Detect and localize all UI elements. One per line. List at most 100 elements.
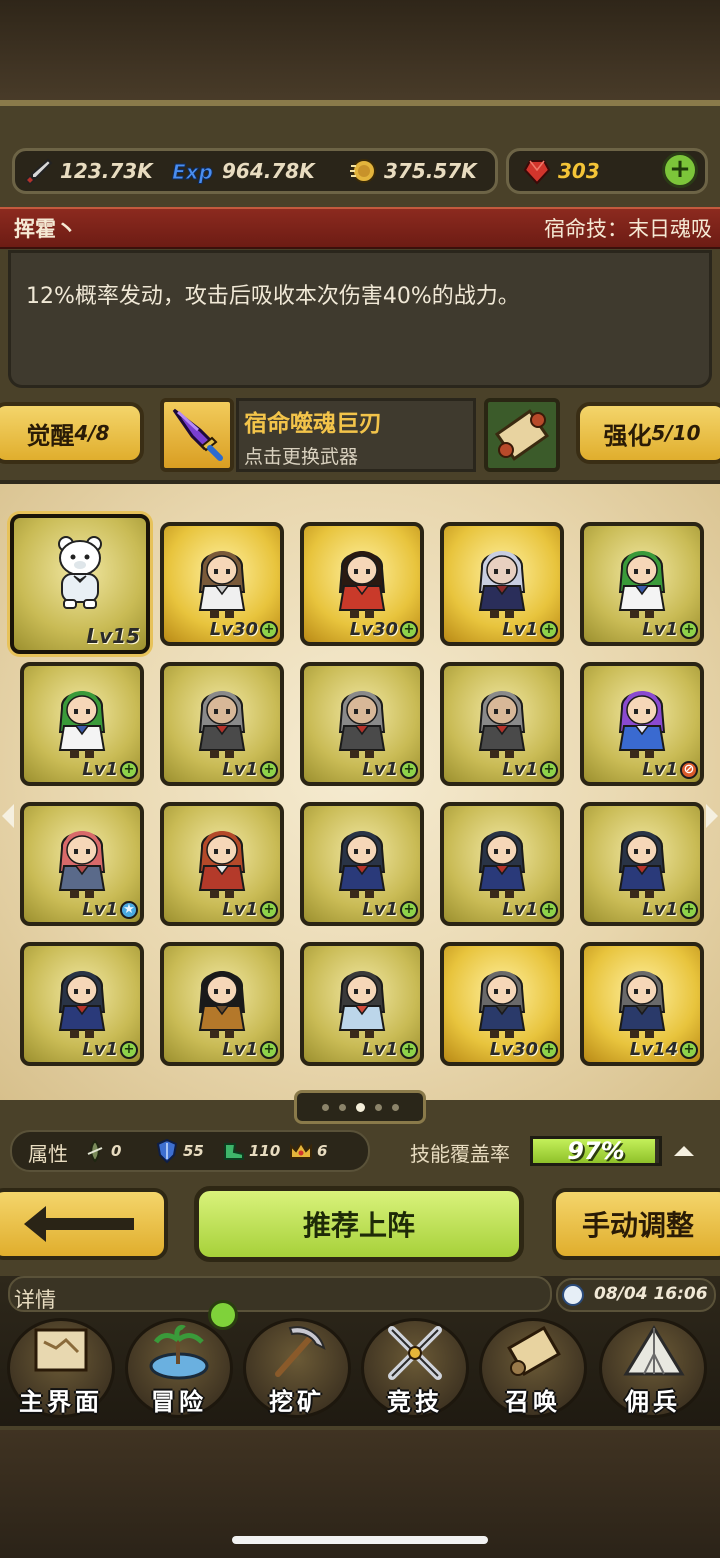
add-gems-button[interactable]: + (662, 152, 698, 188)
hero-card[interactable]: Lv1 + (20, 942, 144, 1066)
gem-value: 303 (558, 159, 600, 183)
hero-card[interactable]: Lv1 + (160, 662, 284, 786)
hero-portrait (338, 971, 386, 1038)
nav-label: 佣兵 (625, 1388, 681, 1416)
nav-label: 主界面 (19, 1388, 103, 1416)
hero-portrait (58, 691, 106, 758)
skill-description: 12%概率发动，攻击后吸收本次伤害40%的战力。 (26, 284, 520, 309)
hero-card-selected[interactable]: Lv15 (10, 514, 150, 654)
nav-item-4[interactable]: 召唤 (474, 1312, 592, 1424)
exp-resource: Exp 964.78K (170, 148, 315, 194)
upgrade-available-icon: + (680, 621, 698, 639)
awaken-label: 觉醒 (26, 421, 75, 450)
island-icon (149, 1324, 209, 1380)
clock-icon (562, 1284, 584, 1306)
enhance-button[interactable]: 强化 5/10 (576, 402, 720, 464)
hero-card[interactable]: Lv1 ⊘ (580, 662, 704, 786)
page-dot[interactable] (374, 1103, 382, 1111)
upgrade-available-icon: + (260, 1041, 278, 1059)
upgrade-available-icon: + (680, 901, 698, 919)
left-arrow-icon (24, 1206, 134, 1242)
nav-item-2[interactable]: 挖矿 (238, 1312, 356, 1424)
nav-item-0[interactable]: 主界面 (2, 1312, 120, 1424)
attack-value: 123.73K (60, 159, 153, 183)
page-dot[interactable] (391, 1103, 399, 1111)
exp-icon-text: Exp (172, 160, 213, 184)
nav-label: 竞技 (387, 1388, 443, 1416)
hero-portrait (618, 551, 666, 618)
datetime: 08/04 16:06 (594, 1284, 708, 1304)
map-scroll-icon (34, 1328, 88, 1372)
hero-card[interactable]: Lv1 + (300, 662, 424, 786)
hero-portrait (618, 831, 666, 898)
upgrade-available-icon: + (540, 1041, 558, 1059)
page-dot-active[interactable] (355, 1102, 365, 1112)
attr-shield-value: 55 (183, 1142, 204, 1160)
nav-item-3[interactable]: 竞技 (356, 1312, 474, 1424)
hero-portrait (478, 551, 526, 618)
hero-level: Lv14 (629, 1039, 678, 1060)
upgrade-available-icon: + (400, 1041, 418, 1059)
back-button[interactable] (0, 1188, 168, 1260)
hero-card[interactable]: Lv1 + (160, 802, 284, 926)
nav-item-5[interactable]: 佣兵 (594, 1312, 712, 1424)
hero-level: Lv1 (222, 899, 258, 920)
attack-resource: 123.73K (24, 148, 153, 194)
awaken-button[interactable]: 觉醒 4/8 (0, 402, 144, 464)
hero-level: Lv30 (489, 1039, 538, 1060)
hero-portrait (478, 971, 526, 1038)
manual-adjust-button[interactable]: 手动调整 (552, 1188, 720, 1260)
hero-level: Lv1 (362, 899, 398, 920)
upgrade-available-icon: + (540, 621, 558, 639)
hero-level: Lv1 (642, 759, 678, 780)
upgrade-available-icon: + (120, 761, 138, 779)
hero-card[interactable]: Lv30 + (300, 522, 424, 646)
upgrade-available-icon: + (680, 1041, 698, 1059)
upgrade-available-icon: + (400, 761, 418, 779)
awaken-value: 4/8 (74, 421, 110, 445)
hero-portrait (58, 831, 106, 898)
hero-card[interactable]: Lv30 + (440, 942, 564, 1066)
next-page-arrow[interactable] (706, 804, 718, 828)
hero-card[interactable]: Lv14 + (580, 942, 704, 1066)
hero-card[interactable]: Lv1 + (20, 662, 144, 786)
hero-level: Lv1 (642, 619, 678, 640)
hero-name: 挥霍丶 (14, 217, 77, 241)
hero-portrait (338, 551, 386, 618)
nav-label: 挖矿 (269, 1388, 325, 1416)
recommend-deploy-button[interactable]: 推荐上阵 (194, 1186, 524, 1262)
hero-portrait (198, 691, 246, 758)
hero-level: Lv30 (349, 619, 398, 640)
prev-page-arrow[interactable] (2, 804, 14, 828)
hero-card[interactable]: Lv1 + (440, 802, 564, 926)
hero-card[interactable]: Lv1 ★ (20, 802, 144, 926)
upgrade-available-icon: + (260, 901, 278, 919)
hero-card[interactable]: Lv1 + (440, 662, 564, 786)
change-weapon-hint[interactable]: 点击更换武器 (244, 442, 358, 469)
page-dot[interactable] (321, 1103, 329, 1111)
coverage-label: 技能覆盖率 (410, 1142, 510, 1166)
crossed-swords-icon (388, 1326, 442, 1380)
hero-card[interactable]: Lv1 + (580, 522, 704, 646)
weapon-slot[interactable] (160, 398, 234, 472)
hero-card[interactable]: Lv1 + (580, 802, 704, 926)
exp-icon: Exp (170, 156, 216, 186)
hero-card[interactable]: Lv1 + (300, 802, 424, 926)
details-link[interactable]: 详情 (14, 1284, 56, 1314)
attr-wind-value: 0 (111, 1142, 122, 1160)
hero-portrait (338, 691, 386, 758)
page-dot[interactable] (338, 1103, 346, 1111)
purple-blade-icon (172, 408, 223, 461)
hero-portrait (478, 831, 526, 898)
hero-card[interactable]: Lv1 + (440, 522, 564, 646)
skill-scroll-slot[interactable] (484, 398, 560, 472)
home-indicator (232, 1536, 488, 1544)
top-map-background (0, 0, 720, 110)
fate-skill-name: 宿命技：末日魂吸 (544, 217, 712, 241)
hero-level: Lv1 (362, 1039, 398, 1060)
hero-card[interactable]: Lv1 + (300, 942, 424, 1066)
hero-card[interactable]: Lv1 + (160, 942, 284, 1066)
hero-card[interactable]: Lv30 + (160, 522, 284, 646)
expand-caret-icon[interactable] (674, 1146, 694, 1156)
details-bar[interactable] (8, 1276, 552, 1312)
